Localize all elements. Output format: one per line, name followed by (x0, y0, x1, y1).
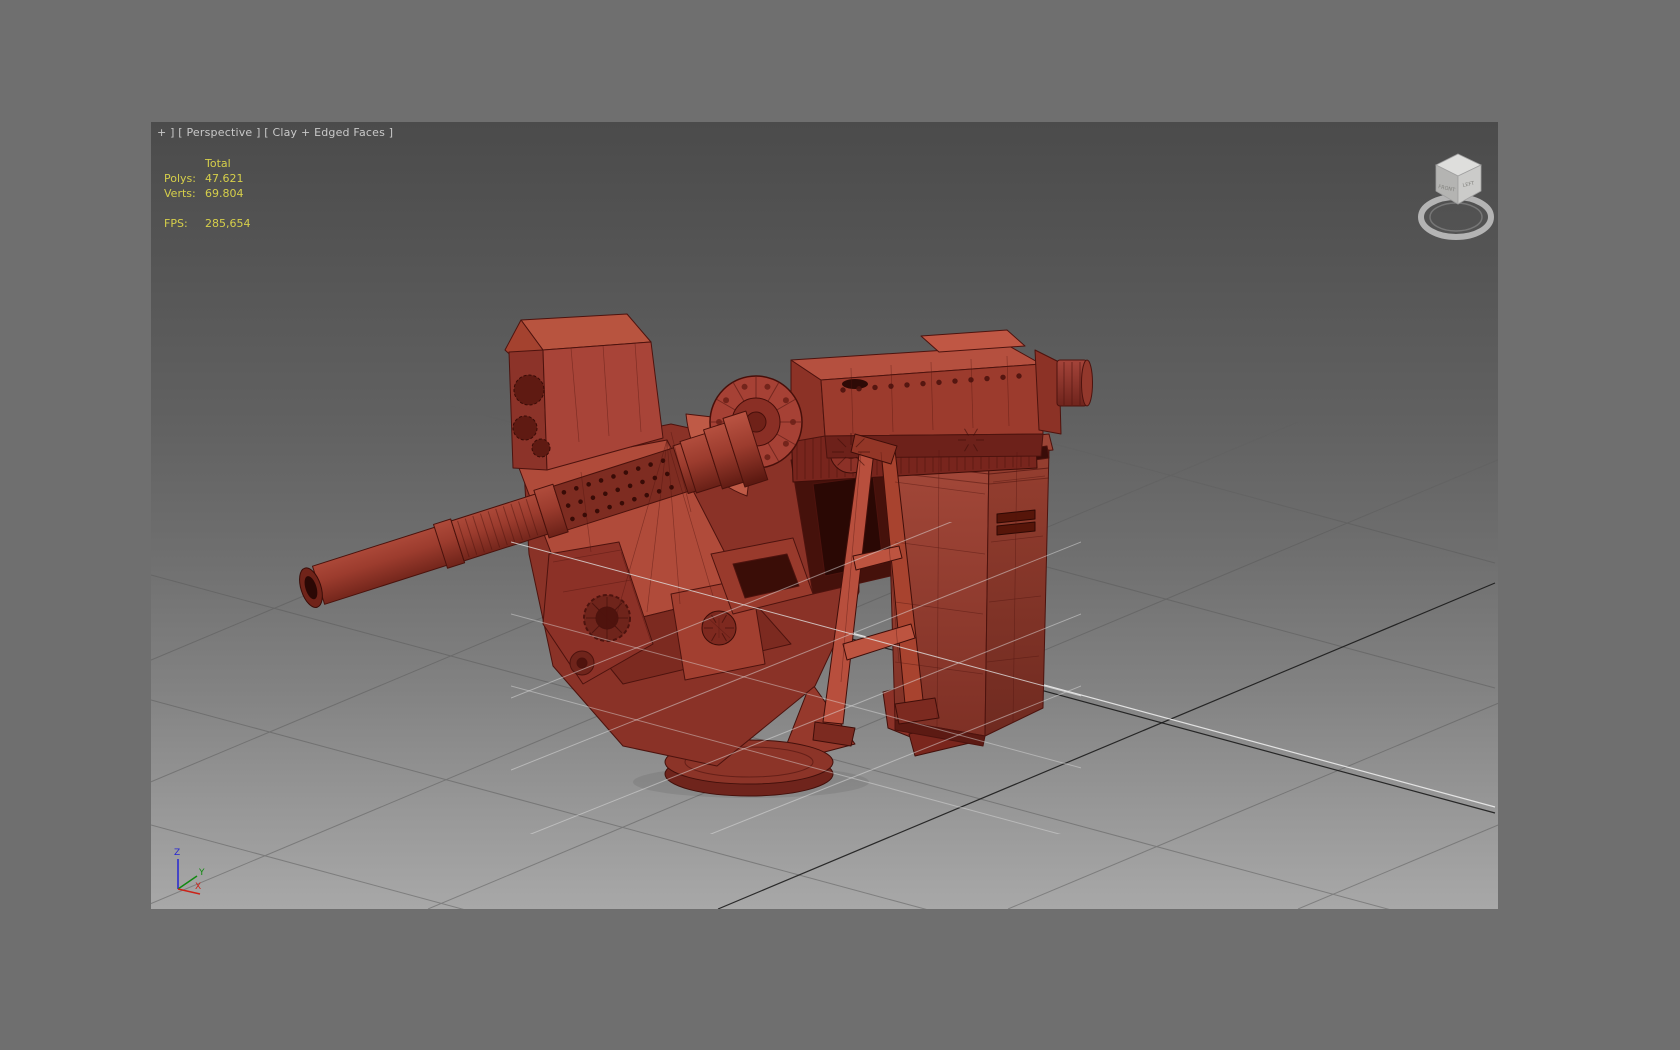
fps-value: 285,654 (205, 217, 251, 230)
viewcube[interactable]: FRONT LEFT (1418, 153, 1494, 240)
viewport-label[interactable]: + ] [ Perspective ] [ Clay + Edged Faces… (157, 126, 393, 139)
z-axis-label: Z (174, 848, 180, 858)
stats-row-verts: Verts: 69.804 (164, 186, 251, 201)
stats-row-polys: Polys: 47.621 (164, 171, 251, 186)
verts-value: 69.804 (205, 187, 244, 200)
fps-label: FPS: (164, 217, 188, 230)
verts-label: Verts: (164, 187, 196, 200)
model-weapon-station[interactable] (290, 313, 1111, 909)
viewcube-ring-inner (1429, 202, 1483, 232)
perspective-viewport[interactable]: FRONT LEFT Z Y X + ] [ Perspective ] [ C… (151, 122, 1498, 909)
stats-header: Total (205, 157, 231, 170)
polys-label: Polys: (164, 172, 196, 185)
y-axis-label: Y (198, 868, 205, 878)
x-axis-label: X (195, 882, 201, 892)
application-background: FRONT LEFT Z Y X + ] [ Perspective ] [ C… (0, 0, 1680, 1050)
statistics-overlay: Total Polys: 47.621 Verts: 69.804 FPS: 285,… (164, 156, 251, 231)
stats-row-fps: FPS: 285,654 (164, 216, 251, 231)
polys-value: 47.621 (205, 172, 244, 185)
viewport-canvas[interactable]: FRONT LEFT Z Y X (151, 122, 1498, 909)
